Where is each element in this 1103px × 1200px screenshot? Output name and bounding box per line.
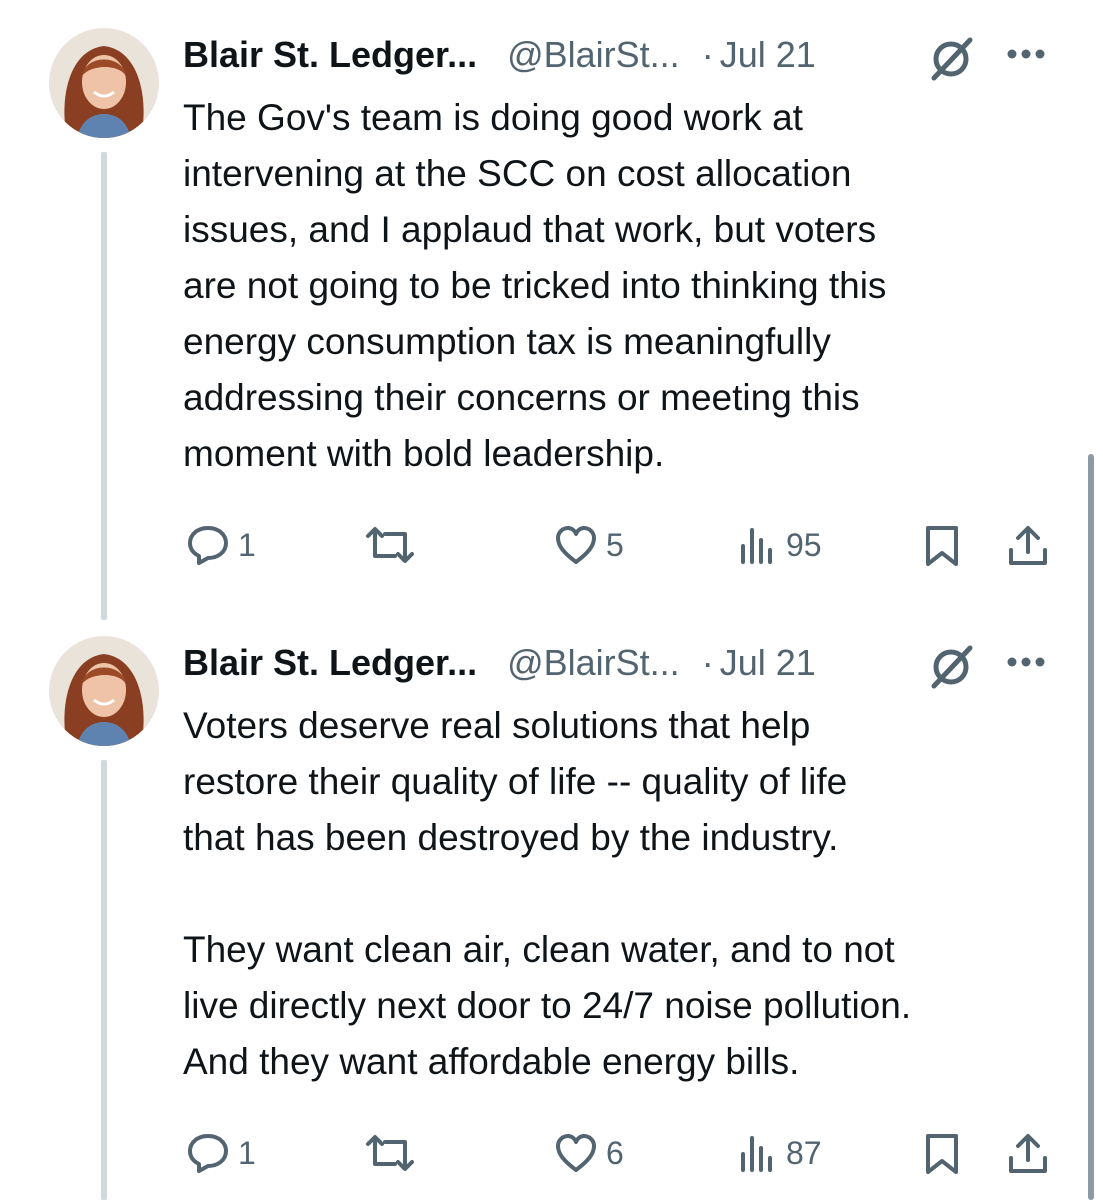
bookmark-button[interactable] xyxy=(922,524,962,568)
tweet-text: Voters deserve real solutions that help … xyxy=(183,705,912,1082)
heart-icon xyxy=(554,524,598,566)
like-count: 5 xyxy=(606,526,624,563)
views-icon xyxy=(738,1132,778,1174)
reply-icon xyxy=(186,1132,230,1174)
retweet-icon xyxy=(362,524,418,566)
views-button[interactable]: 87 xyxy=(738,1132,822,1174)
separator-dot: · xyxy=(701,34,714,75)
share-button[interactable] xyxy=(1006,524,1050,568)
share-icon xyxy=(1006,1132,1050,1176)
grok-icon[interactable] xyxy=(928,34,976,82)
views-count: 87 xyxy=(786,1134,822,1171)
author-handle[interactable]: @BlairSt... xyxy=(507,33,680,77)
share-button[interactable] xyxy=(1006,1132,1050,1176)
avatar[interactable] xyxy=(49,28,159,138)
bookmark-icon xyxy=(922,524,962,568)
reply-button[interactable]: 1 xyxy=(186,1132,256,1174)
reply-count: 1 xyxy=(238,526,256,563)
tweet-text: The Gov's team is doing good work at int… xyxy=(183,97,887,474)
tweet-date[interactable]: Jul 21 xyxy=(720,33,816,77)
thread-line xyxy=(101,760,107,1200)
separator-dot: · xyxy=(701,642,714,683)
reply-button[interactable]: 1 xyxy=(186,524,256,566)
author-handle[interactable]: @BlairSt... xyxy=(507,641,680,685)
tweet[interactable]: Blair St. Ledger... @BlairSt... · Jul 21… xyxy=(0,608,1103,1200)
retweet-icon xyxy=(362,1132,418,1174)
like-count: 6 xyxy=(606,1134,624,1171)
thread-line xyxy=(101,152,107,620)
views-count: 95 xyxy=(786,526,822,563)
share-icon xyxy=(1006,524,1050,568)
scrollbar[interactable] xyxy=(1088,454,1094,1200)
views-button[interactable]: 95 xyxy=(738,524,822,566)
bookmark-icon xyxy=(922,1132,962,1176)
like-button[interactable]: 6 xyxy=(554,1132,624,1174)
more-icon[interactable] xyxy=(1003,36,1049,72)
avatar[interactable] xyxy=(49,636,159,746)
tweet-date[interactable]: Jul 21 xyxy=(720,641,816,685)
retweet-button[interactable] xyxy=(362,524,418,566)
author-name[interactable]: Blair St. Ledger... xyxy=(183,33,477,77)
heart-icon xyxy=(554,1132,598,1174)
tweet[interactable]: Blair St. Ledger... @BlairSt... · Jul 21… xyxy=(0,0,1103,620)
reply-icon xyxy=(186,524,230,566)
author-name[interactable]: Blair St. Ledger... xyxy=(183,641,477,685)
more-icon[interactable] xyxy=(1003,644,1049,680)
bookmark-button[interactable] xyxy=(922,1132,962,1176)
reply-count: 1 xyxy=(238,1134,256,1171)
like-button[interactable]: 5 xyxy=(554,524,624,566)
tweet-header: Blair St. Ledger... @BlairSt... · Jul 21 xyxy=(183,641,816,685)
tweet-header: Blair St. Ledger... @BlairSt... · Jul 21 xyxy=(183,33,816,77)
views-icon xyxy=(738,524,778,566)
retweet-button[interactable] xyxy=(362,1132,418,1174)
grok-icon[interactable] xyxy=(928,642,976,690)
